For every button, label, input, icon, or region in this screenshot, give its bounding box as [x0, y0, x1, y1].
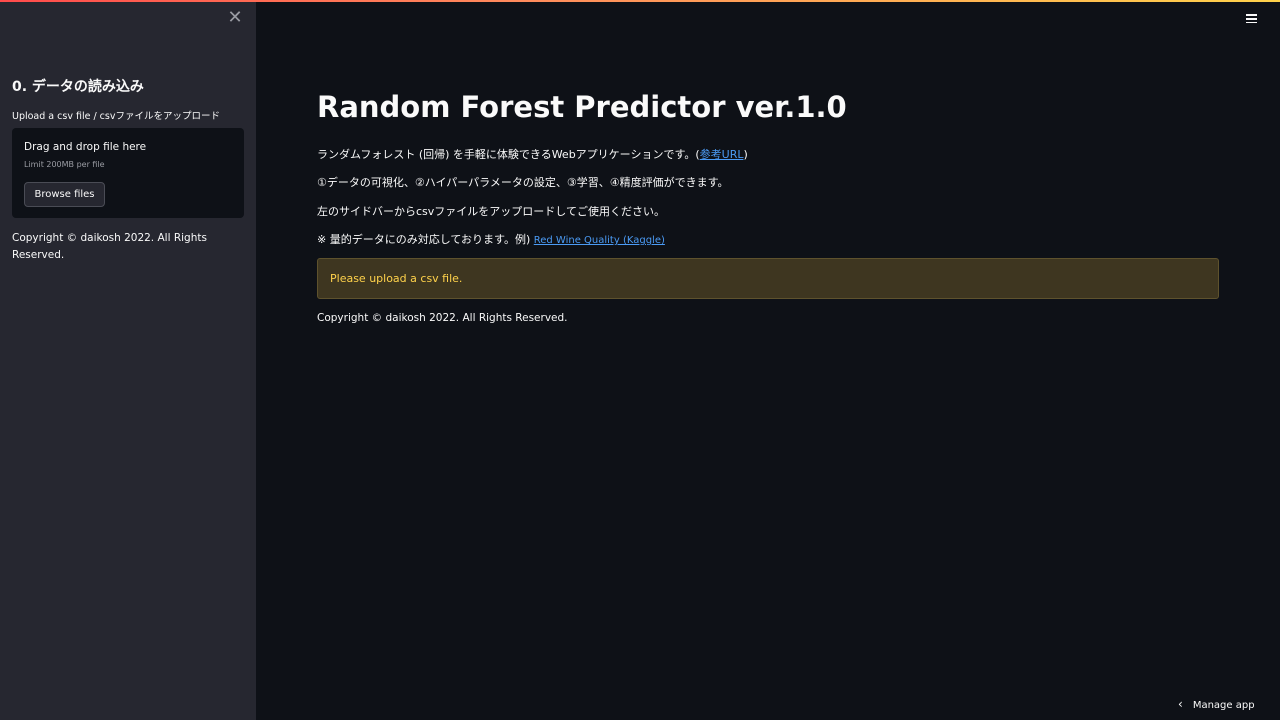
- manage-app-label: Manage app: [1192, 700, 1255, 711]
- intro-text: ランダムフォレスト (回帰) を手軽に体験できるWebアプリケーションです。(: [317, 148, 700, 161]
- warning-text: Please upload a csv file.: [330, 272, 463, 285]
- file-dropzone[interactable]: Drag and drop file here Limit 200MB per …: [12, 128, 244, 218]
- note-paragraph: ※ 量的データにのみ対応しております。例) Red Wine Quality (…: [317, 231, 665, 247]
- close-icon[interactable]: ✕: [226, 9, 244, 27]
- upload-label: Upload a csv file / csvファイルをアップロード: [12, 111, 220, 122]
- chevron-left-icon: ‹: [1178, 697, 1183, 711]
- intro-paragraph: ランダムフォレスト (回帰) を手軽に体験できるWebアプリケーションです。(参…: [317, 146, 748, 162]
- sidebar-header: 0. データの読み込み: [12, 79, 144, 95]
- kaggle-dataset-link[interactable]: Red Wine Quality (Kaggle): [534, 235, 665, 246]
- dropzone-title: Drag and drop file here: [24, 141, 147, 153]
- reference-url-link[interactable]: 参考URL: [700, 148, 744, 161]
- manage-app-button[interactable]: ‹ Manage app: [1178, 697, 1255, 713]
- page-title: Random Forest Predictor ver.1.0: [317, 90, 847, 124]
- top-decoration-bar: [0, 0, 1280, 2]
- usage-paragraph: 左のサイドバーからcsvファイルをアップロードしてご使用ください。: [317, 205, 665, 218]
- main-copyright: Copyright © daikosh 2022. All Rights Res…: [317, 312, 568, 324]
- intro-text-suffix: ): [743, 148, 748, 161]
- dropzone-limit: Limit 200MB per file: [24, 160, 105, 169]
- hamburger-menu-icon[interactable]: [1244, 12, 1260, 28]
- note-text: ※ 量的データにのみ対応しております。例): [317, 233, 534, 246]
- browse-files-button[interactable]: Browse files: [24, 182, 105, 207]
- warning-alert: Please upload a csv file.: [317, 258, 1219, 299]
- sidebar-copyright: Copyright © daikosh 2022. All Rights Res…: [12, 232, 207, 261]
- sidebar: ✕ 0. データの読み込み Upload a csv file / csvファイ…: [0, 0, 256, 720]
- features-paragraph: ①データの可視化、②ハイパーパラメータの設定、③学習、④精度評価ができます。: [317, 176, 729, 189]
